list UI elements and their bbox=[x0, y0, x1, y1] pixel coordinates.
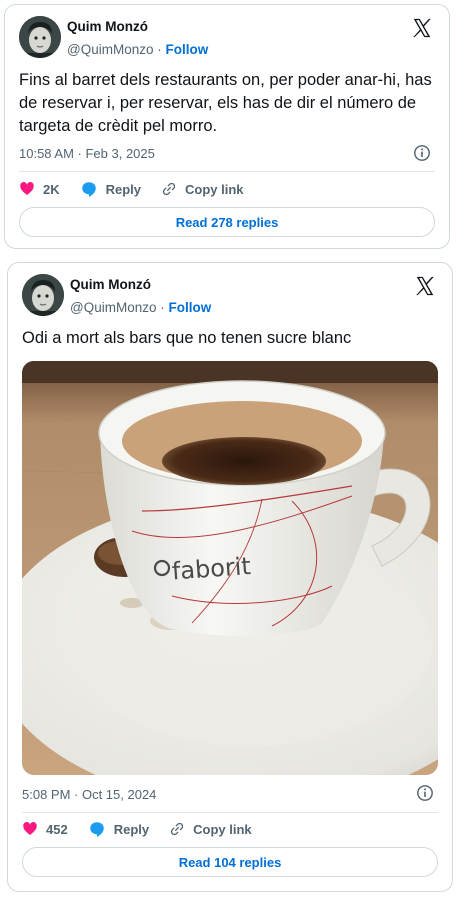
tweet-photo[interactable]: faborit bbox=[22, 361, 438, 775]
copy-link-button[interactable]: Copy link bbox=[161, 181, 244, 197]
separator-dot: · bbox=[160, 300, 169, 315]
heart-icon bbox=[20, 182, 34, 195]
tweet-text: Fins al barret dels restaurants on, per … bbox=[19, 71, 432, 135]
espresso-cup-image: faborit bbox=[22, 361, 438, 775]
reply-button[interactable]: Reply bbox=[88, 820, 149, 838]
like-button[interactable]: 452 bbox=[22, 821, 68, 837]
like-count: 452 bbox=[46, 821, 68, 837]
handle-row: @QuimMonzo · Follow bbox=[67, 42, 208, 57]
info-icon[interactable] bbox=[413, 144, 431, 162]
copy-link-button[interactable]: Copy link bbox=[169, 821, 252, 837]
avatar[interactable] bbox=[19, 16, 61, 58]
follow-button[interactable]: Follow bbox=[166, 42, 209, 57]
cup-brand-text: faborit bbox=[171, 552, 252, 585]
link-icon bbox=[162, 182, 176, 196]
tweet-text: Odi a mort als bars que no tenen sucre b… bbox=[22, 329, 352, 347]
like-button[interactable]: 2K bbox=[19, 181, 60, 197]
x-logo-icon[interactable] bbox=[414, 275, 436, 297]
divider bbox=[22, 812, 438, 813]
author-name[interactable]: Quim Monzó bbox=[67, 19, 148, 34]
author-handle[interactable]: @QuimMonzo bbox=[70, 300, 156, 315]
copy-link-label: Copy link bbox=[185, 181, 244, 197]
separator-dot: · bbox=[157, 42, 166, 57]
heart-icon bbox=[23, 822, 37, 835]
reply-label: Reply bbox=[105, 181, 142, 197]
speech-bubble-icon bbox=[89, 822, 104, 837]
read-replies-button[interactable]: Read 104 replies bbox=[22, 847, 438, 877]
speech-bubble-icon bbox=[81, 182, 96, 197]
tweet-card: Quim Monzó @QuimMonzo · Follow Fins al b… bbox=[4, 4, 450, 249]
follow-button[interactable]: Follow bbox=[169, 300, 212, 315]
read-replies-button[interactable]: Read 278 replies bbox=[19, 207, 435, 237]
tweet-timestamp[interactable]: 5:08 PM · Oct 15, 2024 bbox=[22, 787, 156, 802]
action-bar: 452 Reply Copy link bbox=[22, 818, 272, 840]
author-name[interactable]: Quim Monzó bbox=[70, 277, 151, 292]
link-icon bbox=[170, 822, 184, 836]
like-count: 2K bbox=[43, 181, 60, 197]
reply-button[interactable]: Reply bbox=[80, 180, 141, 198]
copy-link-label: Copy link bbox=[193, 821, 252, 837]
x-logo-icon[interactable] bbox=[411, 17, 433, 39]
tweet-card: Quim Monzó @QuimMonzo · Follow Odi a mor… bbox=[7, 262, 453, 892]
author-handle[interactable]: @QuimMonzo bbox=[67, 42, 153, 57]
tweet-timestamp[interactable]: 10:58 AM · Feb 3, 2025 bbox=[19, 146, 155, 161]
handle-row: @QuimMonzo · Follow bbox=[70, 300, 211, 315]
info-icon[interactable] bbox=[416, 784, 434, 802]
reply-label: Reply bbox=[113, 821, 150, 837]
action-bar: 2K Reply Copy link bbox=[19, 178, 264, 200]
divider bbox=[19, 171, 435, 172]
avatar[interactable] bbox=[22, 274, 64, 316]
